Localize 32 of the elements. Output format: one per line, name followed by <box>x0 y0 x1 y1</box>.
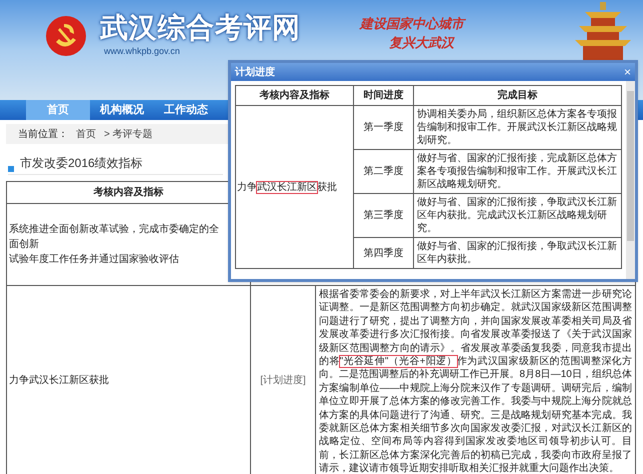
table-cell: 做好与省、国家的汇报衔接，完成新区总体方案各专项报告编制和报审工作。开展武汉长江新区战略规划研究。 <box>414 150 622 194</box>
bullet-icon <box>8 166 14 172</box>
cell-text: 系统推进全面创新改革试验，完成市委确定的全面创新 <box>9 222 220 252</box>
breadcrumb-link[interactable]: 首页 <box>76 126 96 142</box>
table-cell: 协调相关委办局，组织新区总体方案各专项报告编制和报审工作。开展武汉长江新区战略规划研究。 <box>414 106 622 150</box>
table-cell: 力争武汉长江新区获批 <box>6 286 250 474</box>
table-cell: 做好与省、国家的汇报衔接，争取武汉长江新区年内获批。 <box>414 238 622 268</box>
nav-tab[interactable]: 首页 <box>26 100 90 120</box>
close-button[interactable]: × <box>624 66 631 78</box>
site-title: 武汉综合考评网 <box>100 14 301 42</box>
emblem-icon <box>44 14 88 58</box>
breadcrumb-link[interactable]: > 考评专题 <box>104 126 153 142</box>
column-header: 时间进度 <box>354 86 414 106</box>
table-cell: 第三季度 <box>354 194 414 238</box>
column-header: 考核内容及指标 <box>236 86 354 106</box>
table-cell: 第二季度 <box>354 150 414 194</box>
table-cell: 做好与省、国家的汇报衔接，争取武汉长江新区年内获批。完成武汉长江新区战略规划研究。 <box>414 194 622 238</box>
table-cell: 第一季度 <box>354 106 414 150</box>
column-header: 完成目标 <box>414 86 622 106</box>
table-cell: 第四季度 <box>354 238 414 268</box>
nav-tab[interactable]: 机构概况 <box>90 100 154 120</box>
highlighted-text: 武汉长江新区 <box>257 182 317 192</box>
nav-tab[interactable]: 工作动态 <box>154 100 218 120</box>
table-cell: 力争武汉长江新区获批 <box>236 106 354 268</box>
section-title: 市发改委2016绩效指标 <box>20 155 143 172</box>
highlighted-text: "光谷延伸"（光谷+阳逻） <box>340 356 457 368</box>
breadcrumb-label: 当前位置： <box>18 128 68 142</box>
cell-text: 试验年度工作任务并通过国家验收评估 <box>9 252 180 267</box>
dialog-title: 计划进度 <box>235 65 275 80</box>
slogan: 建设国家中心城市 <box>360 16 464 31</box>
slogan: 复兴大武汉 <box>389 35 454 50</box>
site-url: www.whkpb.gov.cn <box>104 45 180 58</box>
